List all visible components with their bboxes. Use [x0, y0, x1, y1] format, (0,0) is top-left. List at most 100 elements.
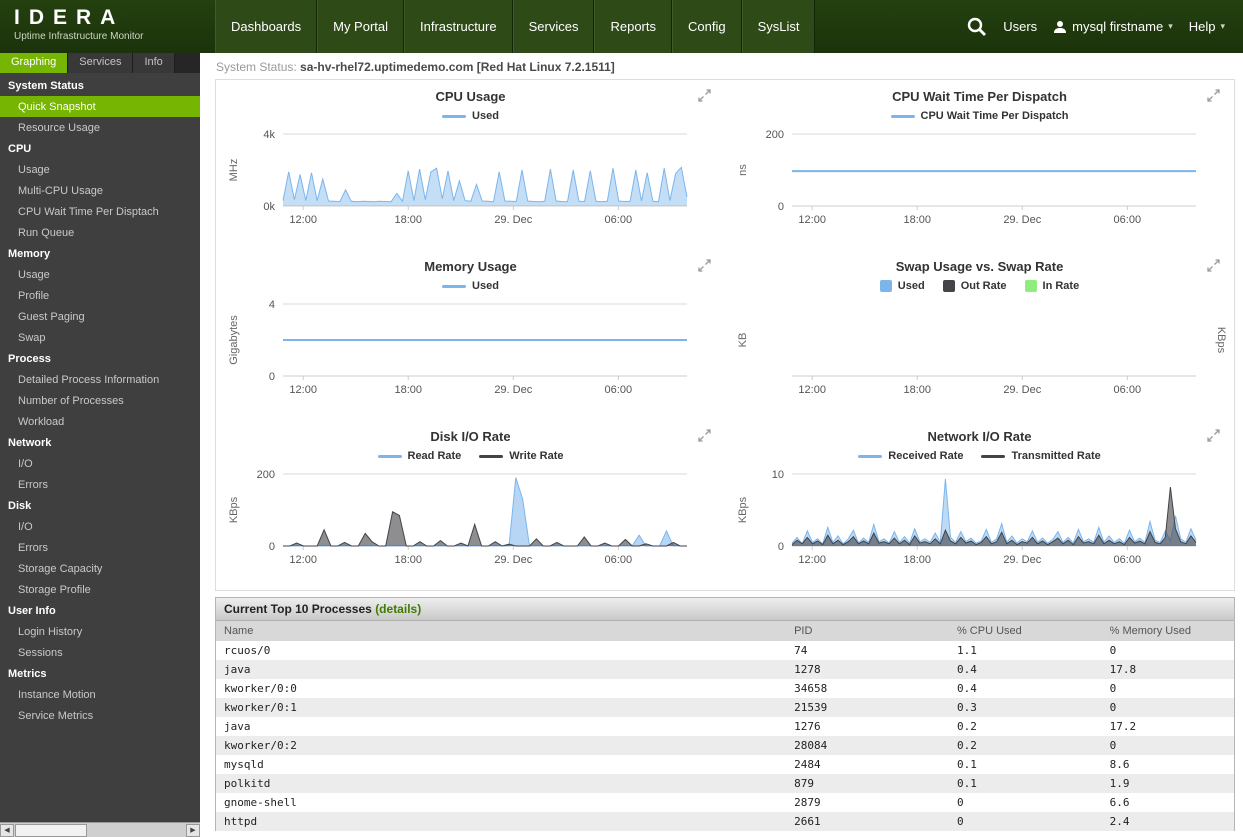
sidebar-tab-graphing[interactable]: Graphing — [0, 53, 68, 73]
legend-item-cpu-wait-time-per-dispatch[interactable]: CPU Wait Time Per Dispatch — [891, 110, 1069, 122]
scroll-thumb[interactable] — [15, 824, 87, 837]
svg-text:4: 4 — [268, 299, 274, 311]
user-menu[interactable]: mysql firstname ▾ — [1053, 19, 1173, 34]
sidebar-item-errors[interactable]: Errors — [0, 537, 200, 558]
sidebar-item-sessions[interactable]: Sessions — [0, 642, 200, 663]
help-menu[interactable]: Help ▾ — [1189, 19, 1225, 34]
table-row[interactable]: httpd266102.4 — [216, 812, 1234, 831]
svg-text:06:00: 06:00 — [1113, 554, 1141, 566]
sidebar-item-usage[interactable]: Usage — [0, 264, 200, 285]
sidebar-item-workload[interactable]: Workload — [0, 411, 200, 432]
table-row[interactable]: kworker/0:1215390.30 — [216, 698, 1234, 717]
table-cell: 17.8 — [1102, 660, 1234, 679]
sidebar-item-instance-motion[interactable]: Instance Motion — [0, 684, 200, 705]
sidebar-item-i-o[interactable]: I/O — [0, 453, 200, 474]
legend-label: Write Rate — [509, 450, 563, 462]
svg-text:18:00: 18:00 — [394, 554, 422, 566]
svg-text:200: 200 — [765, 129, 783, 141]
expand-icon[interactable] — [1207, 259, 1220, 277]
table-cell: 8.6 — [1102, 755, 1234, 774]
legend-item-used[interactable]: Used — [442, 280, 499, 292]
legend-item-write-rate[interactable]: Write Rate — [479, 450, 563, 462]
sidebar-item-quick-snapshot[interactable]: Quick Snapshot — [0, 96, 200, 117]
expand-icon[interactable] — [1207, 429, 1220, 447]
users-link[interactable]: Users — [1003, 19, 1037, 34]
chart-plot-area: KBKBps12:0018:0029. Dec06:00 — [730, 296, 1230, 404]
sidebar-item-number-of-processes[interactable]: Number of Processes — [0, 390, 200, 411]
svg-text:06:00: 06:00 — [604, 384, 632, 396]
legend-marker — [378, 455, 402, 458]
top-navbar: IDERA Uptime Infrastructure Monitor Dash… — [0, 0, 1243, 53]
sidebar-item-guest-paging[interactable]: Guest Paging — [0, 306, 200, 327]
chart-cpu-usage: CPU UsageUsed4k0kMHz12:0018:0029. Dec06:… — [216, 80, 725, 250]
sidebar-item-storage-capacity[interactable]: Storage Capacity — [0, 558, 200, 579]
search-icon[interactable] — [966, 16, 987, 37]
sidebar-nav: System StatusQuick SnapshotResource Usag… — [0, 73, 200, 822]
sidebar-item-cpu-wait-time-per-disptach[interactable]: CPU Wait Time Per Disptach — [0, 201, 200, 222]
sidebar-item-login-history[interactable]: Login History — [0, 621, 200, 642]
table-row[interactable]: polkitd8790.11.9 — [216, 774, 1234, 793]
legend-item-in-rate[interactable]: In Rate — [1025, 280, 1080, 292]
table-row[interactable]: gnome-shell287906.6 — [216, 793, 1234, 812]
expand-icon[interactable] — [698, 259, 711, 277]
sidebar-item-i-o[interactable]: I/O — [0, 516, 200, 537]
sidebar-item-usage[interactable]: Usage — [0, 159, 200, 180]
sidebar-item-profile[interactable]: Profile — [0, 285, 200, 306]
sidebar-tab-info[interactable]: Info — [133, 53, 174, 73]
table-cell: 0.4 — [949, 660, 1102, 679]
menu-item-my-portal[interactable]: My Portal — [317, 0, 404, 53]
sidebar-item-run-queue[interactable]: Run Queue — [0, 222, 200, 243]
legend-item-out-rate[interactable]: Out Rate — [943, 280, 1007, 292]
sidebar-item-storage-profile[interactable]: Storage Profile — [0, 579, 200, 600]
legend-item-read-rate[interactable]: Read Rate — [378, 450, 462, 462]
table-row[interactable]: kworker/0:0346580.40 — [216, 679, 1234, 698]
sidebar-section-user-info: User Info — [0, 600, 200, 621]
sidebar-section-process: Process — [0, 348, 200, 369]
legend-item-used[interactable]: Used — [880, 280, 925, 292]
menu-item-syslist[interactable]: SysList — [742, 0, 816, 53]
sidebar-item-resource-usage[interactable]: Resource Usage — [0, 117, 200, 138]
chart-cpu-wait-time-per-dispatch: CPU Wait Time Per DispatchCPU Wait Time … — [725, 80, 1234, 250]
expand-icon[interactable] — [698, 429, 711, 447]
idera-logo: IDERA Uptime Infrastructure Monitor — [0, 0, 215, 53]
svg-text:10: 10 — [771, 469, 783, 481]
sidebar-tab-services[interactable]: Services — [68, 53, 133, 73]
details-link[interactable]: (details) — [375, 602, 421, 616]
svg-text:0: 0 — [268, 371, 274, 383]
legend-item-transmitted-rate[interactable]: Transmitted Rate — [981, 450, 1100, 462]
menu-item-services[interactable]: Services — [513, 0, 595, 53]
user-name: mysql firstname — [1072, 19, 1163, 34]
expand-icon[interactable] — [1207, 89, 1220, 107]
svg-text:4k: 4k — [263, 129, 275, 141]
legend-item-received-rate[interactable]: Received Rate — [858, 450, 963, 462]
table-cell: 1276 — [786, 717, 949, 736]
expand-icon[interactable] — [698, 89, 711, 107]
legend-marker — [858, 455, 882, 458]
scroll-right-button[interactable]: ▶ — [186, 824, 200, 837]
table-row[interactable]: mysqld24840.18.6 — [216, 755, 1234, 774]
sidebar-item-multi-cpu-usage[interactable]: Multi-CPU Usage — [0, 180, 200, 201]
menu-item-dashboards[interactable]: Dashboards — [215, 0, 317, 53]
column-header-cpu-used[interactable]: % CPU Used — [949, 621, 1102, 641]
column-header-name[interactable]: Name — [216, 621, 786, 641]
table-row[interactable]: rcuos/0741.10 — [216, 641, 1234, 660]
table-cell: 1.1 — [949, 641, 1102, 660]
sidebar-item-swap[interactable]: Swap — [0, 327, 200, 348]
sidebar-horizontal-scrollbar[interactable]: ◀ ▶ — [0, 822, 200, 837]
menu-item-reports[interactable]: Reports — [594, 0, 672, 53]
table-row[interactable]: java12780.417.8 — [216, 660, 1234, 679]
sidebar-item-service-metrics[interactable]: Service Metrics — [0, 705, 200, 726]
scroll-left-button[interactable]: ◀ — [0, 824, 14, 837]
sidebar-item-errors[interactable]: Errors — [0, 474, 200, 495]
column-header-pid[interactable]: PID — [786, 621, 949, 641]
menu-item-config[interactable]: Config — [672, 0, 742, 53]
sidebar-item-detailed-process-information[interactable]: Detailed Process Information — [0, 369, 200, 390]
top-processes-table: NamePID% CPU Used% Memory Usedrcuos/0741… — [216, 621, 1234, 831]
column-header-memory-used[interactable]: % Memory Used — [1102, 621, 1234, 641]
chart-title-swap-usage-vs-swap-rate: Swap Usage vs. Swap Rate — [725, 259, 1234, 274]
legend-item-used[interactable]: Used — [442, 110, 499, 122]
table-row[interactable]: java12760.217.2 — [216, 717, 1234, 736]
menu-item-infrastructure[interactable]: Infrastructure — [404, 0, 513, 53]
svg-text:12:00: 12:00 — [289, 214, 317, 226]
table-row[interactable]: kworker/0:2280840.20 — [216, 736, 1234, 755]
